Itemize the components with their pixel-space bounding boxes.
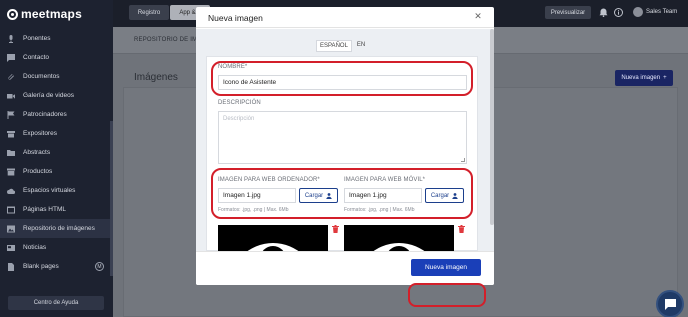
desktop-image-filename[interactable]: Imagen 1.jpg	[218, 188, 296, 203]
sidebar-item-galeria-videos[interactable]: Galería de videos	[0, 86, 113, 105]
paperclip-icon	[7, 73, 15, 81]
description-placeholder: Descripción	[223, 116, 255, 122]
video-icon	[7, 92, 15, 100]
modal-scrollbar[interactable]	[490, 29, 494, 225]
logo-icon	[7, 8, 18, 20]
sidebar-item-abstracts[interactable]: Abstracts	[0, 143, 113, 162]
sidebar-item-label: Contacto	[23, 54, 50, 61]
sidebar-item-label: Noticias	[23, 244, 47, 251]
sidebar-item-noticias[interactable]: Noticias	[0, 238, 113, 257]
sidebar-item-label: Patrocinadores	[23, 111, 67, 118]
new-image-button-label: Nueva imagen	[621, 75, 661, 81]
sidebar-item-label: Repositorio de imágenes	[23, 225, 95, 232]
sidebar-nav: Ponentes Contacto Documentos Galería de …	[0, 29, 113, 276]
sidebar-item-label: Productos	[23, 168, 53, 175]
mobile-image-label: IMAGEN PARA WEB MÓVIL*	[344, 177, 426, 183]
plus-icon: +	[663, 75, 667, 81]
page-icon	[7, 262, 15, 271]
bell-icon[interactable]	[599, 8, 608, 17]
sidebar-item-patrocinadores[interactable]: Patrocinadores	[0, 105, 113, 124]
avatar[interactable]	[633, 7, 643, 17]
sidebar-item-label: Ponentes	[23, 35, 51, 42]
name-field[interactable]: Icono de Asistente	[218, 75, 467, 90]
sidebar-item-blank-pages[interactable]: Blank pages M	[0, 257, 113, 276]
folder-icon	[7, 149, 15, 157]
module-badge: M	[95, 262, 104, 271]
upload-button-label: Cargar	[304, 192, 324, 199]
new-image-button[interactable]: Nueva imagen +	[615, 70, 673, 86]
mic-icon	[7, 34, 15, 43]
chat-icon	[7, 53, 15, 62]
close-icon[interactable]: ✕	[474, 12, 482, 21]
code-icon	[7, 206, 15, 214]
mobile-image-filename[interactable]: Imagen 1.jpg	[344, 188, 422, 203]
user-name[interactable]: Sales Team	[646, 9, 677, 15]
sidebar: meetmaps Ponentes Contacto Documentos Ga…	[0, 0, 113, 317]
mobile-format-hint: Formatos: .jpg, .png | Max. 6Mb	[344, 207, 415, 213]
sidebar-item-label: Galería de videos	[23, 92, 74, 99]
chat-icon	[665, 299, 676, 310]
sidebar-item-productos[interactable]: Productos	[0, 162, 113, 181]
store-icon	[7, 130, 15, 138]
modal-title: Nueva imagen	[208, 13, 263, 23]
tab-registro[interactable]: Registro	[129, 5, 169, 20]
cloud-icon	[7, 187, 16, 195]
logo[interactable]: meetmaps	[7, 7, 82, 21]
desktop-image-label: IMAGEN PARA WEB ORDENADOR*	[218, 177, 320, 183]
image-form: NOMBRE* Icono de Asistente DESCRIPCIÓN D…	[206, 56, 478, 283]
tab-language-es[interactable]: ESPAÑOL	[316, 40, 352, 52]
chat-support-button[interactable]	[656, 290, 684, 317]
submit-new-image-button[interactable]: Nueva imagen	[411, 259, 481, 276]
modal-footer: Nueva imagen	[196, 251, 494, 285]
help-center-button[interactable]: Centro de Ayuda	[8, 296, 104, 310]
user-upload-icon	[452, 192, 458, 199]
sidebar-item-repositorio-imagenes[interactable]: Repositorio de imágenes	[0, 219, 113, 238]
sidebar-item-label: Páginas HTML	[23, 206, 66, 213]
sidebar-item-label: Expositores	[23, 130, 57, 137]
box-icon	[7, 168, 15, 176]
preview-button[interactable]: Previsualizar	[545, 6, 591, 19]
description-field[interactable]: Descripción	[218, 111, 467, 164]
user-upload-icon	[326, 192, 332, 199]
desktop-format-hint: Formatos: .jpg, .png | Max. 6Mb	[218, 207, 289, 213]
news-icon	[7, 244, 15, 252]
resize-handle[interactable]	[461, 158, 465, 162]
name-label: NOMBRE*	[218, 64, 248, 70]
upload-button-label: Cargar	[430, 192, 450, 199]
image-icon	[7, 225, 15, 233]
sidebar-item-paginas-html[interactable]: Páginas HTML	[0, 200, 113, 219]
flag-icon	[7, 110, 15, 119]
language-tabs: ESPAÑOL EN	[316, 40, 368, 52]
delete-desktop-image-icon[interactable]	[332, 225, 339, 233]
new-image-modal: Nueva imagen ✕ ESPAÑOL EN NOMBRE* Icono …	[196, 7, 494, 285]
help-icon[interactable]	[614, 8, 623, 17]
mobile-upload-button[interactable]: Cargar	[425, 188, 464, 203]
tab-language-en[interactable]: EN	[354, 40, 368, 52]
description-label: DESCRIPCIÓN	[218, 100, 261, 106]
modal-body: ESPAÑOL EN NOMBRE* Icono de Asistente DE…	[196, 29, 494, 283]
modal-header: Nueva imagen ✕	[196, 7, 494, 28]
desktop-upload-button[interactable]: Cargar	[299, 188, 338, 203]
delete-mobile-image-icon[interactable]	[458, 225, 465, 233]
sidebar-item-espacios-virtuales[interactable]: Espacios virtuales	[0, 181, 113, 200]
page-title: Imágenes	[134, 72, 178, 83]
sidebar-item-documentos[interactable]: Documentos	[0, 67, 113, 86]
sidebar-item-label: Documentos	[23, 73, 60, 80]
sidebar-item-label: Espacios virtuales	[23, 187, 76, 194]
logo-text: meetmaps	[21, 7, 82, 21]
sidebar-item-contacto[interactable]: Contacto	[0, 48, 113, 67]
sidebar-item-ponentes[interactable]: Ponentes	[0, 29, 113, 48]
sidebar-item-expositores[interactable]: Expositores	[0, 124, 113, 143]
sidebar-item-label: Abstracts	[23, 149, 51, 156]
sidebar-item-label: Blank pages	[23, 263, 59, 270]
